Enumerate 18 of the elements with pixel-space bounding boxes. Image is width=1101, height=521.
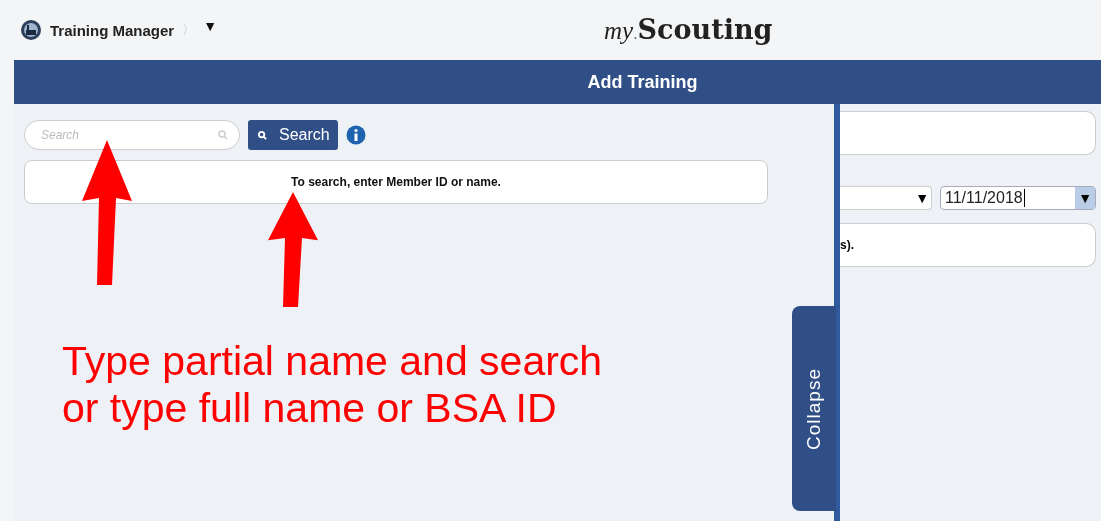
search-message: To search, enter Member ID or name. xyxy=(24,160,768,204)
text-field[interactable] xyxy=(840,111,1096,155)
dropdown-field[interactable]: ▼ xyxy=(840,186,932,210)
search-field[interactable]: Search xyxy=(24,120,240,150)
search-icon xyxy=(218,130,228,140)
info-icon[interactable] xyxy=(345,125,366,145)
breadcrumb-separator: 〉 xyxy=(182,21,196,39)
dialog-title: Add Training xyxy=(587,71,698,93)
app-title[interactable]: Training Manager xyxy=(50,21,175,39)
app-icon[interactable] xyxy=(20,19,42,41)
search-button[interactable]: Search xyxy=(248,120,338,150)
annotation-text: Type partial name and search or type full name or BSA ID xyxy=(62,338,603,432)
search-icon xyxy=(258,130,267,140)
collapse-tab[interactable]: Collapse xyxy=(792,306,836,511)
menu-caret[interactable]: ▼ xyxy=(203,18,218,34)
site-logo: my.Scouting xyxy=(604,14,773,45)
date-field[interactable]: 11/11/2018 ▼ xyxy=(940,186,1096,210)
note-text: s). xyxy=(840,223,1096,267)
